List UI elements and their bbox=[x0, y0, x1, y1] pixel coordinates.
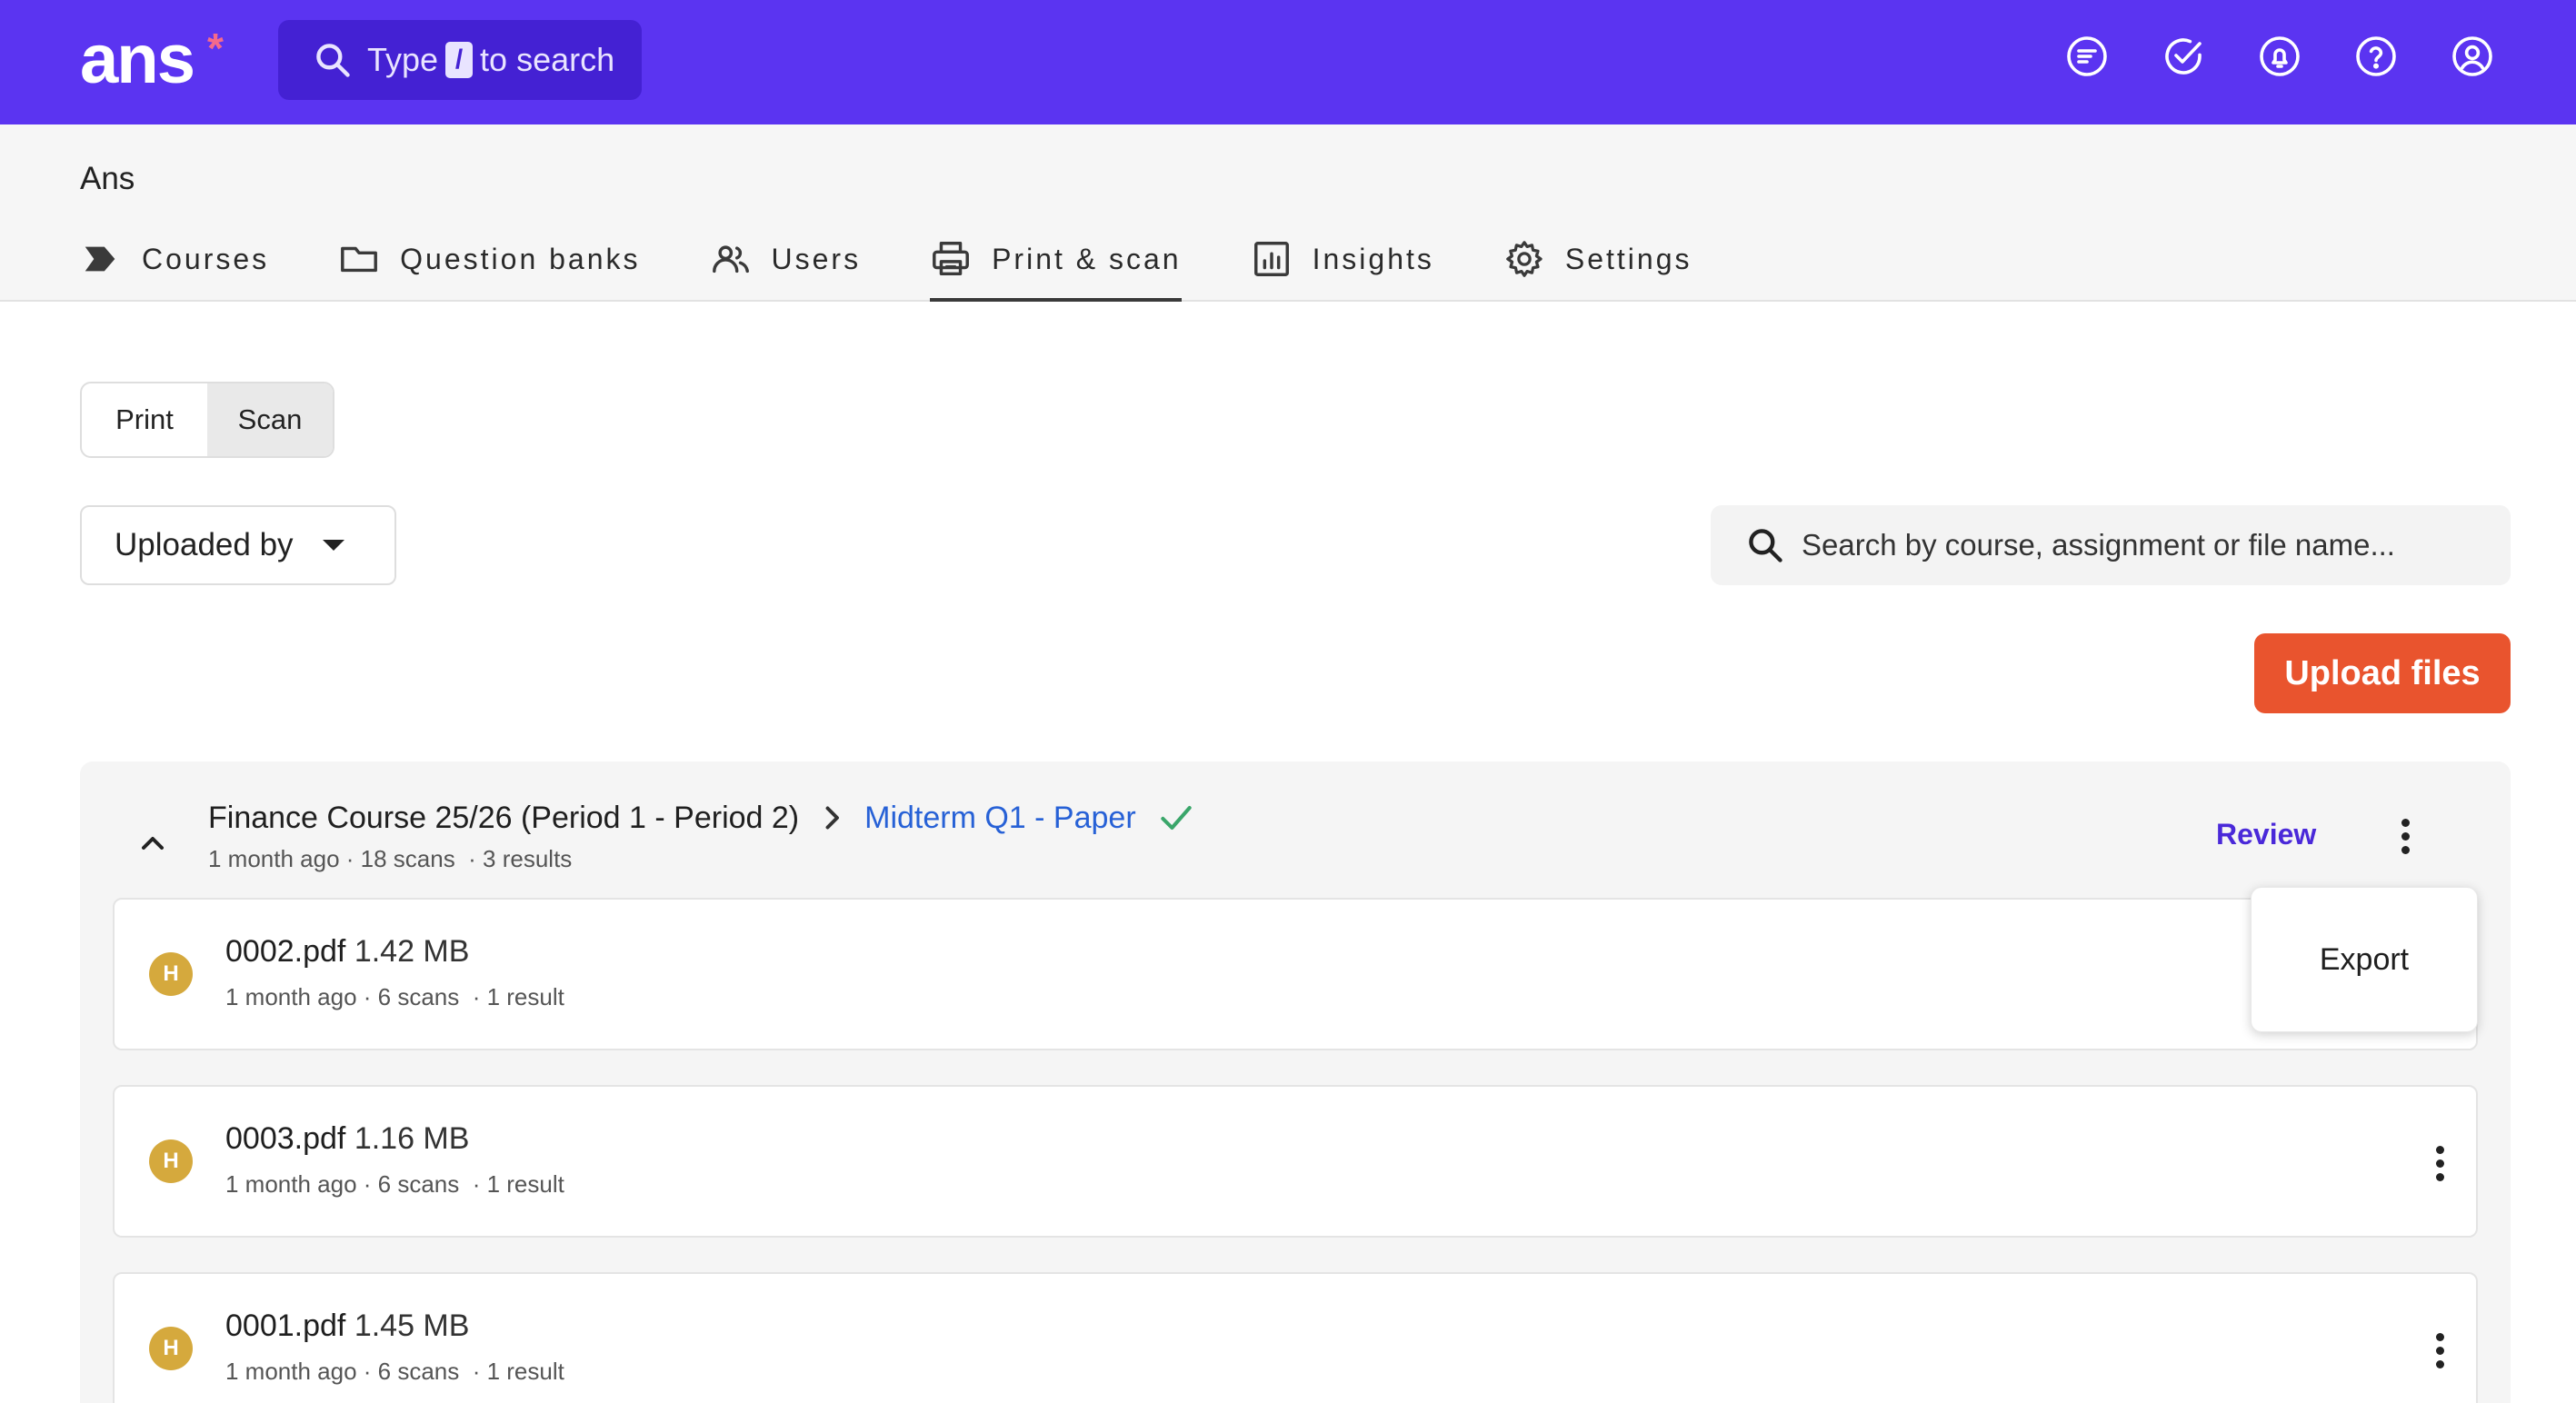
file-name: 0002.pdf bbox=[225, 934, 346, 969]
tab-insights[interactable]: Insights bbox=[1251, 226, 1434, 292]
account-icon[interactable] bbox=[2451, 35, 2494, 78]
global-search-prefix: Type bbox=[367, 41, 439, 78]
caret-down-icon bbox=[322, 540, 344, 551]
help-icon[interactable] bbox=[2354, 35, 2398, 78]
file-search bbox=[1711, 505, 2511, 585]
file-size: 1.42 MB bbox=[354, 934, 470, 969]
tab-settings-label: Settings bbox=[1564, 242, 1692, 275]
file-row[interactable]: H 0002.pdf 1.42 MB 1 month ago · 6 scans… bbox=[113, 898, 2478, 1050]
sub-header: Ans Courses Question banks Users Print &… bbox=[0, 124, 2576, 302]
main-nav: Courses Question banks Users Print & sca… bbox=[80, 226, 1762, 302]
global-search[interactable]: Type / to search bbox=[278, 20, 642, 100]
file-size: 1.45 MB bbox=[354, 1308, 470, 1343]
tab-insights-label: Insights bbox=[1312, 242, 1434, 275]
group-meta: 1 month ago · 18 scans · 3 results bbox=[208, 845, 573, 872]
scan-group: Finance Course 25/26 (Period 1 - Period … bbox=[80, 761, 2511, 1403]
file-meta: 1 month ago · 6 scans · 1 result bbox=[225, 1170, 564, 1198]
avatar: H bbox=[149, 1327, 193, 1370]
print-scan-toggle: Print Scan bbox=[80, 382, 334, 458]
more-options-icon[interactable] bbox=[2421, 1138, 2458, 1189]
bell-icon[interactable] bbox=[2258, 35, 2301, 78]
printer-icon bbox=[933, 242, 970, 276]
review-link[interactable]: Review bbox=[2216, 818, 2316, 851]
more-options-icon[interactable] bbox=[2421, 1325, 2458, 1376]
file-meta: 1 month ago · 6 scans · 1 result bbox=[225, 1358, 564, 1385]
tab-courses-label: Courses bbox=[142, 242, 270, 275]
chevron-up-icon[interactable] bbox=[135, 825, 171, 861]
file-name: 0001.pdf bbox=[225, 1308, 346, 1343]
avatar: H bbox=[149, 1139, 193, 1183]
top-bar: ans * Type / to search bbox=[0, 0, 2576, 124]
file-meta: 1 month ago · 6 scans · 1 result bbox=[225, 983, 564, 1010]
file-title: 0002.pdf 1.42 MB bbox=[225, 934, 469, 970]
tab-users[interactable]: Users bbox=[710, 226, 862, 292]
file-size: 1.16 MB bbox=[354, 1121, 470, 1156]
check-circle-icon[interactable] bbox=[2162, 35, 2205, 78]
tab-question-banks-label: Question banks bbox=[400, 242, 641, 275]
org-name: Ans bbox=[80, 161, 135, 196]
more-options-icon[interactable] bbox=[2387, 811, 2423, 861]
uploaded-by-label: Uploaded by bbox=[115, 527, 294, 562]
chevron-right-icon bbox=[825, 806, 840, 830]
file-row[interactable]: H 0003.pdf 1.16 MB 1 month ago · 6 scans… bbox=[113, 1085, 2478, 1238]
global-search-suffix: to search bbox=[480, 41, 615, 78]
news-icon[interactable] bbox=[2065, 35, 2109, 78]
group-title: Finance Course 25/26 (Period 1 - Period … bbox=[208, 798, 1196, 838]
file-search-input[interactable] bbox=[1802, 528, 2492, 562]
chart-icon bbox=[1253, 242, 1289, 276]
tab-settings[interactable]: Settings bbox=[1503, 226, 1692, 292]
toggle-scan[interactable]: Scan bbox=[207, 383, 333, 456]
gear-icon bbox=[1506, 241, 1543, 277]
course-name: Finance Course 25/26 (Period 1 - Period … bbox=[208, 800, 800, 835]
top-icons bbox=[2065, 35, 2494, 78]
tab-print-scan-label: Print & scan bbox=[992, 242, 1182, 275]
courses-arrow-icon bbox=[85, 246, 115, 272]
tab-users-label: Users bbox=[771, 242, 862, 275]
file-name: 0003.pdf bbox=[225, 1121, 346, 1156]
tab-courses[interactable]: Courses bbox=[80, 226, 269, 292]
file-row[interactable]: H 0001.pdf 1.45 MB 1 month ago · 6 scans… bbox=[113, 1272, 2478, 1403]
users-icon bbox=[712, 245, 749, 274]
options-menu: Export bbox=[2251, 887, 2478, 1032]
file-title: 0001.pdf 1.45 MB bbox=[225, 1308, 469, 1344]
assignment-link[interactable]: Midterm Q1 - Paper bbox=[864, 801, 1136, 836]
search-icon bbox=[316, 44, 350, 77]
avatar: H bbox=[149, 952, 193, 996]
export-menu-item[interactable]: Export bbox=[2252, 888, 2477, 1031]
folder-icon bbox=[341, 246, 378, 273]
uploaded-by-dropdown[interactable]: Uploaded by bbox=[80, 505, 396, 585]
logo[interactable]: ans bbox=[80, 24, 195, 96]
upload-files-button[interactable]: Upload files bbox=[2254, 633, 2511, 713]
search-icon bbox=[1749, 529, 1782, 562]
shortcut-key: / bbox=[445, 42, 474, 78]
checkmark-icon bbox=[1160, 805, 1192, 831]
toggle-print[interactable]: Print bbox=[82, 383, 207, 456]
tab-question-banks[interactable]: Question banks bbox=[338, 226, 640, 292]
logo-asterisk: * bbox=[207, 25, 224, 72]
tab-print-scan[interactable]: Print & scan bbox=[930, 226, 1182, 302]
file-title: 0003.pdf 1.16 MB bbox=[225, 1121, 469, 1157]
